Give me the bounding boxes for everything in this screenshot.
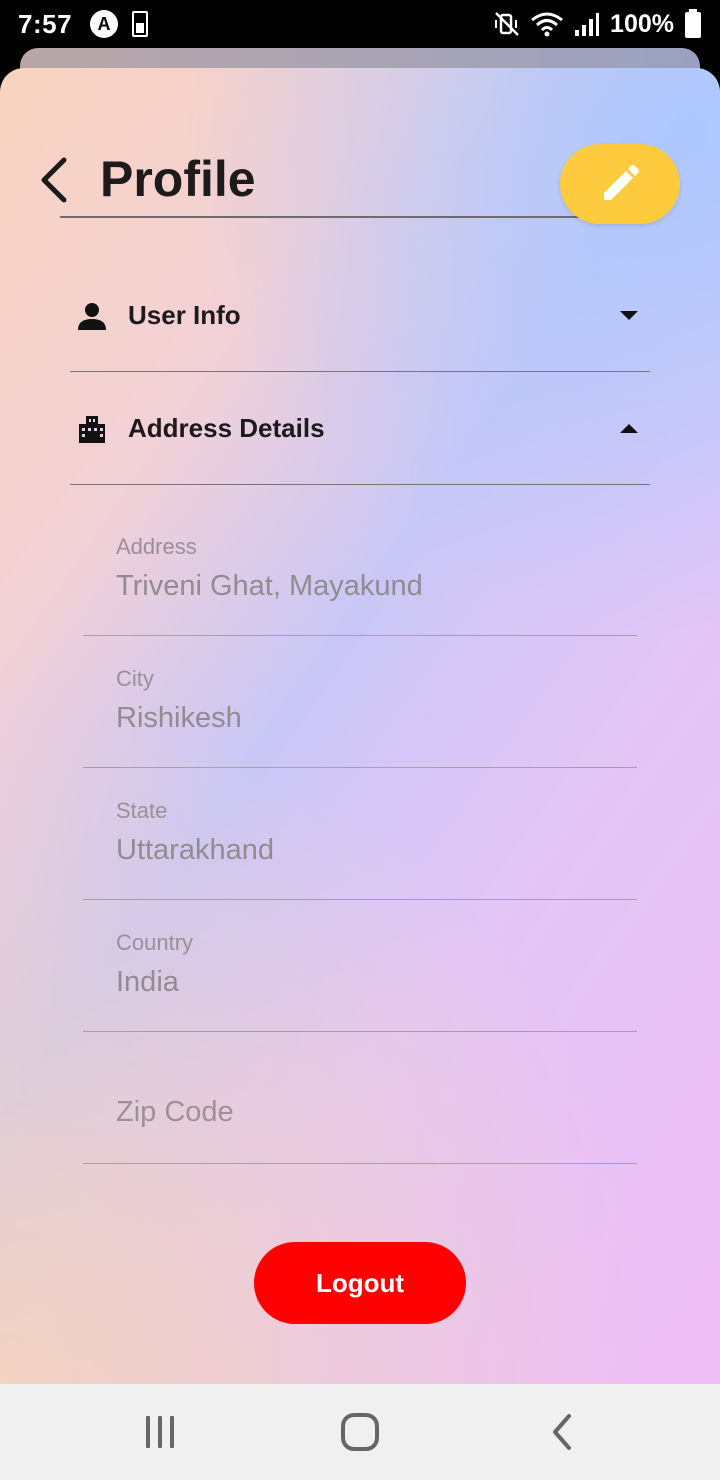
back-button[interactable] <box>36 156 76 204</box>
field-value: Rishikesh <box>116 702 242 734</box>
field-label: City <box>116 666 154 691</box>
profile-card: Profile User Info Address Details Addres… <box>0 68 720 1384</box>
battery-percent: 100% <box>610 9 674 38</box>
recent-apps-button[interactable] <box>130 1412 190 1452</box>
logout-button[interactable]: Logout <box>254 1242 466 1324</box>
status-bar: 7:57 A 100% <box>0 0 720 48</box>
home-button[interactable] <box>330 1412 390 1452</box>
wifi-icon <box>531 12 563 37</box>
country-field[interactable]: Country India <box>83 900 637 1032</box>
state-field[interactable]: State Uttarakhand <box>83 768 637 900</box>
accordion-address-details[interactable]: Address Details <box>70 373 650 485</box>
address-field[interactable]: Address Triveni Ghat, Mayakund <box>83 504 637 636</box>
recent-apps-icon <box>146 1416 174 1448</box>
battery-small-icon <box>132 11 149 37</box>
pencil-icon <box>604 165 639 200</box>
chevron-left-icon <box>41 157 67 203</box>
home-icon <box>341 1413 379 1451</box>
field-label: Address <box>116 534 197 559</box>
edit-profile-button[interactable] <box>560 144 680 224</box>
city-field[interactable]: City Rishikesh <box>83 636 637 768</box>
field-placeholder: Zip Code <box>116 1096 234 1128</box>
back-icon <box>553 1414 571 1450</box>
status-left-icons: A <box>90 10 149 38</box>
page-title: Profile <box>100 151 256 207</box>
field-value: Triveni Ghat, Mayakund <box>116 570 423 602</box>
title-divider <box>60 216 660 218</box>
battery-icon <box>685 9 701 38</box>
chevron-up-icon <box>620 424 638 433</box>
signal-icon <box>575 13 600 36</box>
system-nav-bar <box>0 1384 720 1480</box>
person-icon <box>74 298 110 334</box>
field-label: State <box>116 798 168 823</box>
accordion-user-info[interactable]: User Info <box>70 260 650 372</box>
status-right-icons: 100% <box>494 9 702 39</box>
nav-back-button[interactable] <box>532 1412 592 1452</box>
field-label: Country <box>116 930 194 955</box>
zip-code-field[interactable]: Zip Code <box>83 1032 637 1164</box>
accordion-label: Address Details <box>128 413 325 443</box>
mute-vibrate-icon <box>495 12 519 36</box>
accordion-label: User Info <box>128 300 241 330</box>
field-value: India <box>116 966 179 998</box>
a-app-icon: A <box>90 10 119 38</box>
status-time: 7:57 <box>18 8 73 39</box>
building-icon <box>74 411 110 447</box>
field-value: Uttarakhand <box>116 834 274 866</box>
chevron-down-icon <box>620 311 638 320</box>
